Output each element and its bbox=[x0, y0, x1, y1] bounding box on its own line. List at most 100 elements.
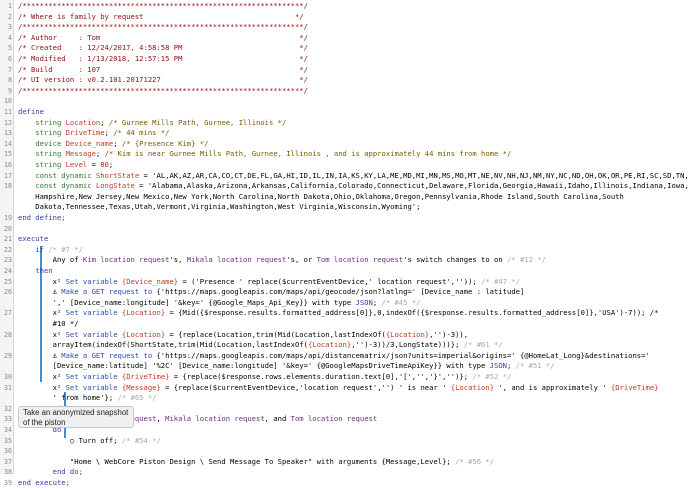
code-text[interactable]: then bbox=[18, 266, 52, 277]
code-text[interactable]: /***************************************… bbox=[18, 86, 308, 97]
code-line: 6 /* Modified : 1/13/2018, 12:57:15 PM */ bbox=[0, 54, 690, 65]
code-text[interactable]: ◯ Turn off; /* #54 */ bbox=[18, 436, 161, 447]
code-line: 15 string Message; /* Kim is near Gurnee… bbox=[0, 149, 690, 160]
code-text[interactable]: x² Set variable {Location} = {Mid({$resp… bbox=[18, 308, 659, 319]
code-line: arrayItem(indexOf(ShortState,trim(Mid(Lo… bbox=[0, 340, 690, 351]
code-line: 30 x² Set variable {DriveTime} = {replac… bbox=[0, 372, 690, 383]
code-line: 16 string Level = 80; bbox=[0, 160, 690, 171]
code-line: 38 end do; bbox=[0, 467, 690, 478]
line-number: 32 bbox=[4, 404, 12, 413]
code-text[interactable]: string Message; /* Kim is near Gurnee Mi… bbox=[18, 149, 511, 160]
code-line: 24 then bbox=[0, 266, 690, 277]
code-line: 20 bbox=[0, 224, 690, 235]
line-number: 25 bbox=[4, 277, 12, 286]
line-number: 8 bbox=[8, 76, 12, 85]
code-line: 23 Any of Kim location request's, Mikala… bbox=[0, 255, 690, 266]
code-line: 3 /**************************************… bbox=[0, 22, 690, 33]
code-text[interactable]: const dynamic ShortState = 'AL,AK,AZ,AR,… bbox=[18, 171, 688, 182]
code-line: 25 x² Set variable {Device_name} = ('Pre… bbox=[0, 277, 690, 288]
code-text[interactable]: ',' [Device_name:longitude] '&key=' {@Go… bbox=[18, 298, 421, 309]
code-text[interactable]: ⚓ Make a GET request to {'https://maps.g… bbox=[18, 351, 650, 362]
code-line: Hampshire,New Jersey,New Mexico,New York… bbox=[0, 192, 690, 203]
code-line: 36 bbox=[0, 446, 690, 457]
line-number: 18 bbox=[4, 182, 12, 191]
code-text[interactable]: arrayItem(indexOf(ShortState,trim(Mid(Lo… bbox=[18, 340, 503, 351]
line-number: 12 bbox=[4, 118, 12, 127]
code-text[interactable]: Dakota,Tennessee,Texas,Utah,Vermont,Virg… bbox=[18, 202, 420, 213]
line-number: 24 bbox=[4, 267, 12, 275]
line-number: 34 bbox=[4, 426, 12, 434]
line-number: 21 bbox=[4, 235, 12, 244]
code-line: 7 /* Build : 107 */ bbox=[0, 65, 690, 76]
code-text[interactable]: end define; bbox=[18, 213, 66, 224]
line-number: 1 bbox=[8, 2, 12, 10]
code-text[interactable]: x² Set variable {Location} = {replace(Lo… bbox=[18, 330, 468, 341]
code-text[interactable]: Any of Kim location request's, Mikala lo… bbox=[18, 255, 546, 266]
code-line: 12 string Location; /* Gurnee Mills Path… bbox=[0, 118, 690, 129]
code-text[interactable]: end execute; bbox=[18, 478, 70, 489]
code-text[interactable]: const dynamic LongState = 'Alabama,Alask… bbox=[18, 181, 688, 192]
code-line: 4 /* Author : Tom */ bbox=[0, 33, 690, 44]
code-text[interactable]: x² Set variable {Message} = {replace($cu… bbox=[18, 383, 659, 394]
line-number: 5 bbox=[8, 44, 12, 53]
code-text[interactable]: /* Created : 12/24/2017, 4:58:58 PM */ bbox=[18, 43, 308, 54]
code-text[interactable]: string Location; /* Gurnee Mills Path, G… bbox=[18, 118, 286, 129]
code-text[interactable]: define bbox=[18, 107, 44, 118]
code-line: 13 string DriveTime; /* 44 mins */ bbox=[0, 128, 690, 139]
code-line: 35 ◯ Turn off; /* #54 */ bbox=[0, 436, 690, 447]
code-line: ',' [Device_name:longitude] '&key=' {@Go… bbox=[0, 298, 690, 309]
line-number: 22 bbox=[4, 245, 12, 254]
code-line: #10 */ bbox=[0, 319, 690, 330]
code-text[interactable]: ' from home'}; /* #65 */ bbox=[18, 393, 157, 404]
code-text[interactable]: #10 */ bbox=[18, 319, 79, 330]
code-line: 28 x² Set variable {Location} = {replace… bbox=[0, 330, 690, 341]
code-text[interactable]: [Device_name:latitude] '%2C' [Device_nam… bbox=[18, 361, 555, 372]
line-number: 33 bbox=[4, 415, 12, 424]
code-line: 22 if /* #7 */ bbox=[0, 245, 690, 256]
code-line: 26 ⚓ Make a GET request to {'https://map… bbox=[0, 287, 690, 298]
code-line: 27 x² Set variable {Location} = {Mid({$r… bbox=[0, 308, 690, 319]
code-line: 11 define bbox=[0, 107, 690, 118]
line-number: 29 bbox=[4, 351, 12, 360]
code-text[interactable]: Hampshire,New Jersey,New Mexico,New York… bbox=[18, 192, 624, 203]
code-text[interactable]: x² Set variable {Device_name} = ('Presen… bbox=[18, 277, 520, 288]
snapshot-tooltip: Take an anonymized snapshot of the pisto… bbox=[18, 406, 134, 428]
line-number: 30 bbox=[4, 373, 12, 381]
line-number: 6 bbox=[8, 55, 12, 63]
code-text[interactable]: ⚓ Make a GET request to {'https://maps.g… bbox=[18, 287, 525, 298]
code-text[interactable]: x² Set variable {DriveTime} = {replace($… bbox=[18, 372, 512, 383]
line-number: 15 bbox=[4, 150, 12, 159]
code-line: 31 x² Set variable {Message} = {replace(… bbox=[0, 383, 690, 394]
code-text[interactable]: /* Where is family by request */ bbox=[18, 12, 304, 23]
code-text[interactable]: execute bbox=[18, 234, 48, 245]
code-line: 37 "Home \ WebCore Piston Design \ Send … bbox=[0, 457, 690, 468]
code-line: 39 end execute; bbox=[0, 478, 690, 489]
code-line: Dakota,Tennessee,Texas,Utah,Vermont,Virg… bbox=[0, 202, 690, 213]
code-text[interactable]: string Level = 80; bbox=[18, 160, 113, 171]
code-text[interactable]: /* Modified : 1/13/2018, 12:57:15 PM */ bbox=[18, 54, 308, 65]
code-text[interactable]: /* Build : 107 */ bbox=[18, 65, 308, 76]
line-number: 16 bbox=[4, 161, 12, 169]
code-text[interactable]: if /* #7 */ bbox=[18, 245, 83, 256]
code-text[interactable]: string DriveTime; /* 44 mins */ bbox=[18, 128, 169, 139]
line-number: 20 bbox=[4, 224, 12, 233]
code-text[interactable]: /***************************************… bbox=[18, 22, 308, 33]
line-number: 35 bbox=[4, 436, 12, 445]
tooltip-text: Take an anonymized snapshot of the pisto… bbox=[23, 408, 129, 427]
code-line: ' from home'}; /* #65 */ bbox=[0, 393, 690, 404]
line-number: 9 bbox=[8, 86, 12, 95]
line-number: 31 bbox=[4, 383, 12, 392]
code-line: 29 ⚓ Make a GET request to {'https://map… bbox=[0, 351, 690, 362]
code-text[interactable]: end do; bbox=[18, 467, 83, 478]
code-text[interactable]: /* Author : Tom */ bbox=[18, 33, 308, 44]
code-line: 1 /**************************************… bbox=[0, 1, 690, 12]
code-text[interactable]: /***************************************… bbox=[18, 1, 308, 12]
code-line: 9 /**************************************… bbox=[0, 86, 690, 97]
code-text[interactable]: device Device_name; /* {Presence Kim} */ bbox=[18, 139, 208, 150]
code-line: 18 const dynamic LongState = 'Alabama,Al… bbox=[0, 181, 690, 192]
code-text[interactable]: /* UI version : v0.2.101.20171227 */ bbox=[18, 75, 308, 86]
line-number: 28 bbox=[4, 330, 12, 339]
line-number: 10 bbox=[4, 97, 12, 106]
line-number: 38 bbox=[4, 468, 12, 477]
code-text[interactable]: "Home \ WebCore Piston Design \ Send Mes… bbox=[18, 457, 494, 468]
